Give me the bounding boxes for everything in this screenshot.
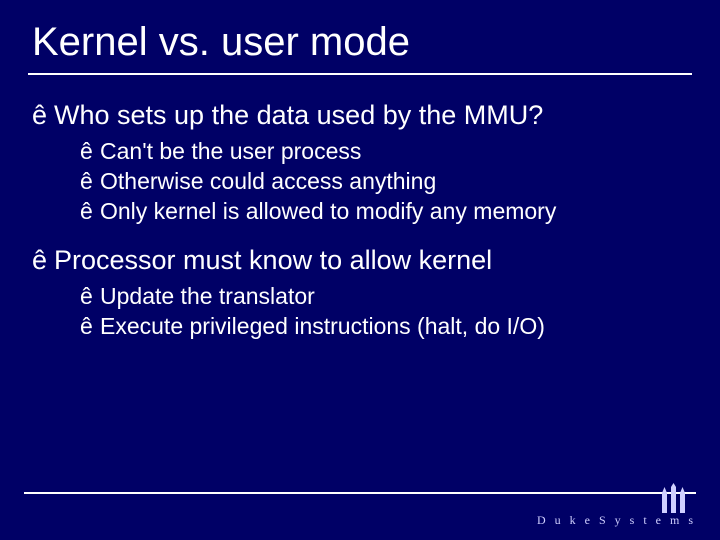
bullet-lvl2: êExecute privileged instructions (halt, … <box>80 312 688 342</box>
bullet-lvl2: êOnly kernel is allowed to modify any me… <box>80 197 688 227</box>
bullet-glyph: ê <box>80 137 100 167</box>
footer-brand: D u k e S y s t e m s <box>537 483 696 528</box>
bullet-text: Only kernel is allowed to modify any mem… <box>100 198 556 224</box>
bullet-text: Execute privileged instructions (halt, d… <box>100 313 545 339</box>
bullet-lvl2-group: êUpdate the translator êExecute privileg… <box>80 282 688 342</box>
bullet-glyph: ê <box>80 282 100 312</box>
bullet-text: Update the translator <box>100 283 315 309</box>
bullet-glyph: ê <box>32 99 54 133</box>
chapel-icon <box>652 483 696 513</box>
bullet-lvl2: êCan't be the user process <box>80 137 688 167</box>
bullet-glyph: ê <box>80 312 100 342</box>
bullet-glyph: ê <box>32 244 54 278</box>
bullet-lvl2: êOtherwise could access anything <box>80 167 688 197</box>
bullet-text: Otherwise could access anything <box>100 168 436 194</box>
bullet-glyph: ê <box>80 197 100 227</box>
footer-brand-text: D u k e S y s t e m s <box>537 513 696 528</box>
slide: Kernel vs. user mode êWho sets up the da… <box>0 0 720 540</box>
bullet-lvl2: êUpdate the translator <box>80 282 688 312</box>
slide-content: êWho sets up the data used by the MMU? ê… <box>0 75 720 342</box>
page-title: Kernel vs. user mode <box>0 0 720 73</box>
bullet-lvl1: êProcessor must know to allow kernel <box>32 244 688 278</box>
bullet-text: Can't be the user process <box>100 138 361 164</box>
bullet-lvl2-group: êCan't be the user process êOtherwise co… <box>80 137 688 227</box>
bullet-text: Who sets up the data used by the MMU? <box>54 100 543 130</box>
bullet-glyph: ê <box>80 167 100 197</box>
bullet-text: Processor must know to allow kernel <box>54 245 492 275</box>
bullet-lvl1: êWho sets up the data used by the MMU? <box>32 99 688 133</box>
